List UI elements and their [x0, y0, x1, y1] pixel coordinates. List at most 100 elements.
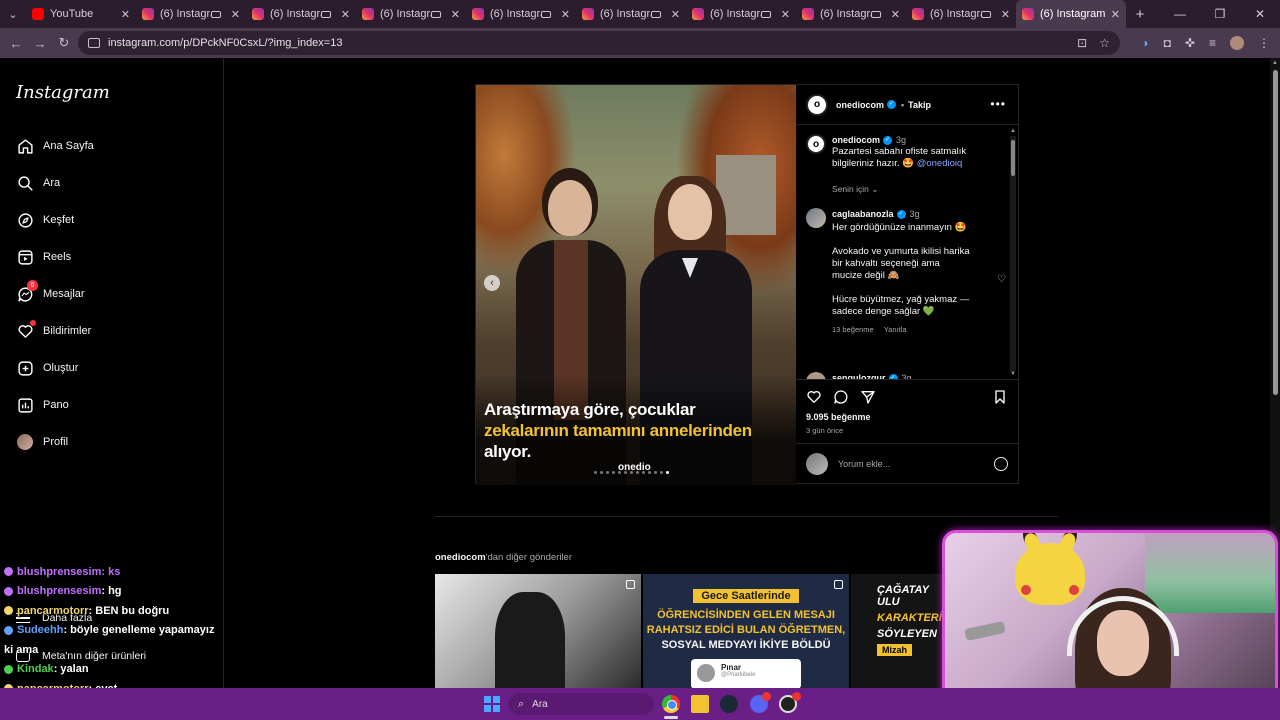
close-window-button[interactable]: ✕ [1240, 0, 1280, 28]
sidebar-item-search[interactable]: Ara [16, 171, 60, 195]
install-app-icon[interactable]: ⊡ [1077, 36, 1087, 50]
tab-close-icon[interactable]: ✕ [121, 8, 130, 21]
maximize-button[interactable]: ❐ [1200, 0, 1240, 28]
sidebar-item-messages[interactable]: 6 Mesajlar [16, 280, 85, 306]
comment-likes[interactable]: 13 beğenme [832, 325, 874, 334]
windows-start-icon[interactable] [484, 696, 500, 712]
more-post-thumbnail[interactable]: Gece Saatlerinde ÖĞRENCİSİNDEN GELEN MES… [643, 574, 849, 690]
tab-close-icon[interactable]: ✕ [781, 8, 790, 21]
follow-button[interactable]: Takip [908, 100, 931, 110]
instagram-logo[interactable]: Instagram [16, 82, 110, 103]
tab-media-icon[interactable] [540, 10, 551, 18]
more-options-icon[interactable]: ••• [990, 97, 1006, 111]
extension-icon[interactable]: ◗ [1142, 36, 1149, 50]
chat-message: Sudeehh : böyle genelleme yapamayız [0, 621, 240, 641]
post-username[interactable]: onediocom [836, 100, 884, 110]
extensions-puzzle-icon[interactable]: ✜ [1185, 36, 1195, 50]
back-button[interactable]: ← [4, 36, 28, 51]
tab-close-icon[interactable]: ✕ [1001, 8, 1010, 21]
sidebar-item-home[interactable]: Ana Sayfa [16, 134, 94, 158]
browser-tab[interactable]: (6) Instagram ✕ [466, 0, 576, 28]
tab-media-icon[interactable] [650, 10, 661, 18]
emoji-icon[interactable] [994, 456, 1008, 471]
scroll-up-arrow-icon[interactable]: ▲ [1272, 60, 1278, 66]
caption-username[interactable]: onediocom [832, 135, 880, 145]
tab-media-icon[interactable] [870, 10, 881, 18]
comment-avatar[interactable] [806, 208, 826, 228]
tab-close-icon[interactable]: ✕ [561, 8, 570, 21]
more-post-thumbnail[interactable] [435, 574, 641, 690]
browser-tab[interactable]: (6) Instagram ✕ [136, 0, 246, 28]
chat-message: Kindak : yalan [0, 660, 240, 680]
post-image[interactable]: Araştırmaya göre, çocuklar zekalarının t… [476, 85, 796, 485]
browser-tab[interactable]: YouTube ✕ [26, 0, 136, 28]
browser-tab[interactable]: (6) Instagram ✕ [356, 0, 466, 28]
steam-icon[interactable] [720, 695, 738, 713]
sidebar-item-explore[interactable]: Keşfet [16, 208, 74, 232]
tab-close-icon[interactable]: ✕ [341, 8, 350, 21]
reload-button[interactable]: ↻ [52, 35, 76, 51]
home-icon [16, 137, 34, 155]
file-explorer-icon[interactable] [691, 695, 709, 713]
tab-media-icon[interactable] [760, 10, 771, 18]
tab-title: (6) Instagram [710, 8, 761, 20]
new-tab-button[interactable]: + [1126, 6, 1154, 23]
comments-scrollbar[interactable]: ▲ ▼ [1010, 128, 1016, 377]
tab-close-icon[interactable]: ✕ [671, 8, 680, 21]
like-heart-icon[interactable] [805, 388, 823, 406]
browser-tab[interactable]: (6) Instagram ✕ [246, 0, 356, 28]
tab-search-button[interactable]: ⌄ [0, 0, 26, 28]
tab-media-icon[interactable] [430, 10, 441, 18]
tab-media-icon[interactable] [980, 10, 991, 18]
taskbar-search[interactable]: ⌕ Ara [508, 693, 654, 715]
tab-close-icon[interactable]: ✕ [891, 8, 900, 21]
comment-icon[interactable] [832, 388, 850, 406]
more-post-thumbnail[interactable]: ÇAĞATAY ULU KARAKTERİNE SÖYLEYEN Mizah [851, 574, 951, 690]
browser-tab[interactable]: (6) Instagram ✕ [576, 0, 686, 28]
save-bookmark-icon[interactable] [991, 388, 1009, 406]
chrome-icon[interactable] [662, 695, 680, 713]
extension-shield-icon[interactable]: ◘ [1164, 36, 1171, 50]
sidebar-item-reels[interactable]: Reels [16, 245, 71, 269]
tab-close-icon[interactable]: ✕ [1111, 8, 1120, 21]
instagram-icon [912, 8, 924, 20]
sidebar-item-profile[interactable]: Profil [16, 430, 68, 454]
comment-input[interactable]: Yorum ekle... [838, 459, 994, 469]
tab-media-icon[interactable] [320, 10, 331, 18]
sidebar-item-notifications[interactable]: Bildirimler [16, 319, 91, 343]
comments-list[interactable]: o onediocom ✓ 3g Pazartesi sabahı ofiste s… [796, 126, 1018, 379]
scroll-down-arrow-icon[interactable]: ▼ [1010, 371, 1016, 377]
comment-like-heart-icon[interactable]: ♡ [997, 274, 1006, 285]
for-you-filter[interactable]: Senin için ⌄ [832, 184, 878, 195]
sidebar-item-create[interactable]: Oluştur [16, 356, 78, 380]
forward-button[interactable]: → [28, 36, 52, 51]
tab-close-icon[interactable]: ✕ [231, 8, 240, 21]
browser-tab[interactable]: (6) Instagram ✕ [686, 0, 796, 28]
carousel-dot [594, 471, 597, 474]
media-controls-icon[interactable]: ≡ [1209, 36, 1216, 50]
sidebar-item-dashboard[interactable]: Pano [16, 393, 69, 417]
tab-close-icon[interactable]: ✕ [451, 8, 460, 21]
account-avatar[interactable]: o [806, 93, 828, 116]
url-text[interactable]: instagram.com/p/DPckNF0CsxL/?img_index=1… [108, 37, 1077, 49]
tab-media-icon[interactable] [210, 10, 221, 18]
likes-count[interactable]: 9.095 beğenme [806, 412, 871, 422]
site-info-icon[interactable] [88, 38, 100, 48]
minimize-button[interactable]: — [1160, 0, 1200, 28]
share-icon[interactable] [859, 388, 877, 406]
profile-avatar[interactable] [1230, 36, 1244, 50]
carousel-prev-button[interactable]: ‹ [484, 275, 500, 291]
reply-button[interactable]: Yanıtla [884, 325, 907, 334]
account-avatar[interactable]: o [806, 134, 826, 154]
address-bar[interactable]: instagram.com/p/DPckNF0CsxL/?img_index=1… [78, 31, 1120, 55]
comment-username[interactable]: caglaabanozla [832, 209, 894, 219]
browser-tab[interactable]: (6) Instagram ✕ [1016, 0, 1126, 28]
bookmark-star-icon[interactable]: ☆ [1099, 36, 1110, 50]
scroll-up-arrow-icon[interactable]: ▲ [1010, 128, 1016, 134]
browser-tab[interactable]: (6) Instagram ✕ [906, 0, 1016, 28]
caption-mention[interactable]: @onedioiq [917, 158, 963, 169]
browser-menu-icon[interactable]: ⋮ [1258, 36, 1270, 50]
browser-tab[interactable]: (6) Instagram ✕ [796, 0, 906, 28]
comment-avatar[interactable] [806, 372, 826, 379]
more-posts-account-link[interactable]: onediocom [435, 552, 486, 563]
